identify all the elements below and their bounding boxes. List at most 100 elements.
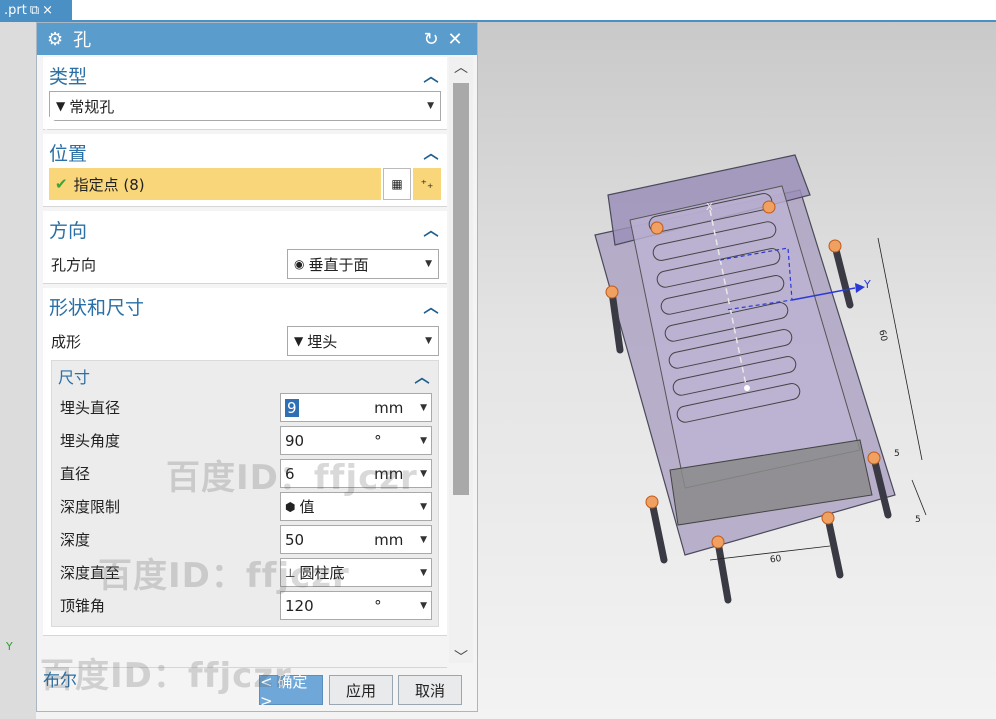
depth-to-select[interactable]: ⊥ 圆柱底 ▼ — [280, 558, 432, 587]
dimensions-header[interactable]: 尺寸 ︿ — [52, 361, 438, 391]
value-cube-icon: ⬢ — [285, 499, 296, 514]
sketch-section-icon[interactable]: ▦ — [383, 168, 411, 200]
position-section: 位置 ︿ ✔ 指定点 (8) ▦ ⁺₊ — [43, 134, 447, 207]
dropdown-caret-icon: ▼ — [425, 259, 432, 269]
depth-input[interactable]: 50 mm ▼ — [280, 525, 432, 554]
direction-section-header[interactable]: 方向 ︿ — [43, 211, 447, 245]
diameter-value: 6 — [285, 464, 295, 483]
hole-type-icon: ▼ — [56, 99, 66, 113]
form-label: 成形 — [51, 332, 82, 351]
dim-width: 60 — [769, 554, 782, 566]
collapse-chevron-icon[interactable]: ︿ — [421, 65, 441, 86]
hole-direction-select[interactable]: ◉ 垂直于面 ▼ — [287, 249, 439, 279]
form-select[interactable]: ▼ 埋头 ▼ — [287, 326, 439, 356]
shape-section: 形状和尺寸 ︿ 成形 ▼ 埋头 ▼ 尺寸 ︿ 埋头直径 9 mm ▼ 埋头角度 … — [43, 288, 447, 636]
countersink-diameter-input[interactable]: 9 mm ▼ — [280, 393, 432, 422]
dimension-row: 深度 50 mm ▼ — [52, 523, 438, 556]
model-view[interactable]: Y X 60 60 5 5 — [560, 150, 960, 620]
direction-section: 方向 ︿ 孔方向 ◉ 垂直于面 ▼ — [43, 211, 447, 284]
dropdown-caret-icon: ▼ — [425, 336, 432, 346]
unit-label: mm — [374, 398, 404, 417]
depth-limit-select[interactable]: ⬢ 值 ▼ — [280, 492, 432, 521]
shape-section-title: 形状和尺寸 — [49, 296, 145, 319]
hole-direction-value: 垂直于面 — [308, 255, 369, 274]
tip-angle-value: 120 — [285, 596, 314, 615]
shape-section-header[interactable]: 形状和尺寸 ︿ — [43, 288, 447, 322]
tip-angle-input[interactable]: 120 ° ▼ — [280, 591, 432, 620]
type-section: 类型 ︿ ▼ 常规孔 ▼ — [43, 57, 447, 130]
dimensions-title: 尺寸 — [58, 368, 91, 387]
unit-label: mm — [374, 530, 404, 549]
dialog-content: 类型 ︿ ▼ 常规孔 ▼ 位置 ︿ ✔ 指定点 (8) ▦ ⁺₊ 方向 ︿ 孔方… — [43, 57, 447, 640]
boolean-section-title: 布尔 — [43, 671, 77, 691]
collapse-chevron-icon[interactable]: ︿ — [421, 219, 441, 240]
hole-type-value: 常规孔 — [69, 97, 115, 116]
dimension-row: 埋头角度 90 ° ▼ — [52, 424, 438, 457]
dialog-title-bar: ⚙ 孔 ↻ ✕ — [37, 23, 477, 55]
point-dialog-icon[interactable]: ⁺₊ — [413, 168, 441, 200]
dialog-footer: 布尔 < 确定 > 应用 取消 — [37, 667, 477, 711]
dim-small-2: 5 — [915, 515, 921, 525]
diameter-input[interactable]: 6 mm ▼ — [280, 459, 432, 488]
direction-section-title: 方向 — [49, 219, 88, 242]
tip-angle-label: 顶锥角 — [60, 597, 106, 615]
depth-limit-label: 深度限制 — [60, 498, 121, 516]
specify-point-field[interactable]: ✔ 指定点 (8) — [49, 168, 381, 200]
type-section-header[interactable]: 类型 ︿ — [43, 57, 447, 91]
dropdown-caret-icon[interactable]: ▼ — [420, 469, 427, 479]
dimension-row: 埋头直径 9 mm ▼ — [52, 391, 438, 424]
apply-button[interactable]: 应用 — [329, 675, 393, 705]
dropdown-caret-icon[interactable]: ▼ — [420, 502, 427, 512]
position-section-header[interactable]: 位置 ︿ — [43, 134, 447, 168]
file-tab[interactable]: .prt ⧉ × — [0, 0, 72, 20]
cancel-button[interactable]: 取消 — [398, 675, 462, 705]
reset-icon[interactable]: ↻ — [419, 29, 443, 50]
axis-x-label: X — [706, 202, 713, 213]
hole-type-select[interactable]: ▼ 常规孔 ▼ — [49, 91, 441, 121]
depth-label: 深度 — [60, 531, 91, 549]
countersink-diameter-label: 埋头直径 — [60, 399, 121, 417]
dialog-title: 孔 — [73, 30, 92, 51]
view-triad-label: Y — [6, 640, 13, 653]
position-section-title: 位置 — [49, 142, 88, 165]
scroll-thumb[interactable] — [453, 83, 469, 495]
dim-length: 60 — [876, 329, 888, 343]
dropdown-caret-icon[interactable]: ▼ — [420, 436, 427, 446]
axis-y-label: Y — [863, 278, 871, 291]
dim-small-1: 5 — [894, 449, 900, 459]
dropdown-caret-icon[interactable]: ▼ — [420, 601, 427, 611]
countersink-icon: ▼ — [294, 334, 304, 348]
type-section-title: 类型 — [49, 65, 88, 88]
normal-to-face-icon: ◉ — [294, 257, 305, 271]
dimensions-subsection: 尺寸 ︿ 埋头直径 9 mm ▼ 埋头角度 90 ° ▼ 直径 6 mm ▼ 深… — [51, 360, 439, 627]
form-value: 埋头 — [307, 332, 338, 351]
unit-label: ° — [374, 431, 382, 450]
hole-dialog: ⚙ 孔 ↻ ✕ 类型 ︿ ▼ 常规孔 ▼ 位置 ︿ ✔ 指定点 (8) ▦ ⁺₊… — [36, 22, 478, 712]
ok-button[interactable]: < 确定 > — [259, 673, 323, 710]
dropdown-caret-icon[interactable]: ▼ — [420, 403, 427, 413]
collapse-chevron-icon[interactable]: ︿ — [421, 142, 441, 163]
checkmark-icon: ✔ — [55, 175, 68, 193]
countersink-angle-value: 90 — [285, 431, 305, 450]
dimension-row: 深度限制 ⬢ 值 ▼ — [52, 490, 438, 523]
close-icon[interactable]: ✕ — [443, 29, 467, 50]
dropdown-caret-icon[interactable]: ▼ — [420, 568, 427, 578]
depth-to-value: 圆柱底 — [299, 564, 345, 582]
detach-icon[interactable]: ⧉ — [30, 3, 39, 18]
file-tab-name: .prt — [4, 3, 27, 18]
dimension-row: 顶锥角 120 ° ▼ — [52, 589, 438, 622]
dialog-scrollbar[interactable]: ︿ ﹀ — [449, 57, 473, 666]
depth-to-label: 深度直至 — [60, 564, 121, 582]
collapse-chevron-icon[interactable]: ︿ — [412, 366, 432, 387]
scroll-up-icon[interactable]: ︿ — [449, 57, 473, 79]
collapse-chevron-icon[interactable]: ︿ — [421, 296, 441, 317]
cylinder-bottom-icon: ⊥ — [285, 565, 296, 580]
dimension-row: 深度直至 ⊥ 圆柱底 ▼ — [52, 556, 438, 589]
countersink-angle-input[interactable]: 90 ° ▼ — [280, 426, 432, 455]
gear-icon[interactable]: ⚙ — [47, 29, 63, 50]
countersink-angle-label: 埋头角度 — [60, 432, 121, 450]
dropdown-caret-icon[interactable]: ▼ — [420, 535, 427, 545]
scroll-down-icon[interactable]: ﹀ — [449, 647, 473, 669]
close-icon[interactable]: × — [42, 3, 53, 18]
unit-label: mm — [374, 464, 404, 483]
